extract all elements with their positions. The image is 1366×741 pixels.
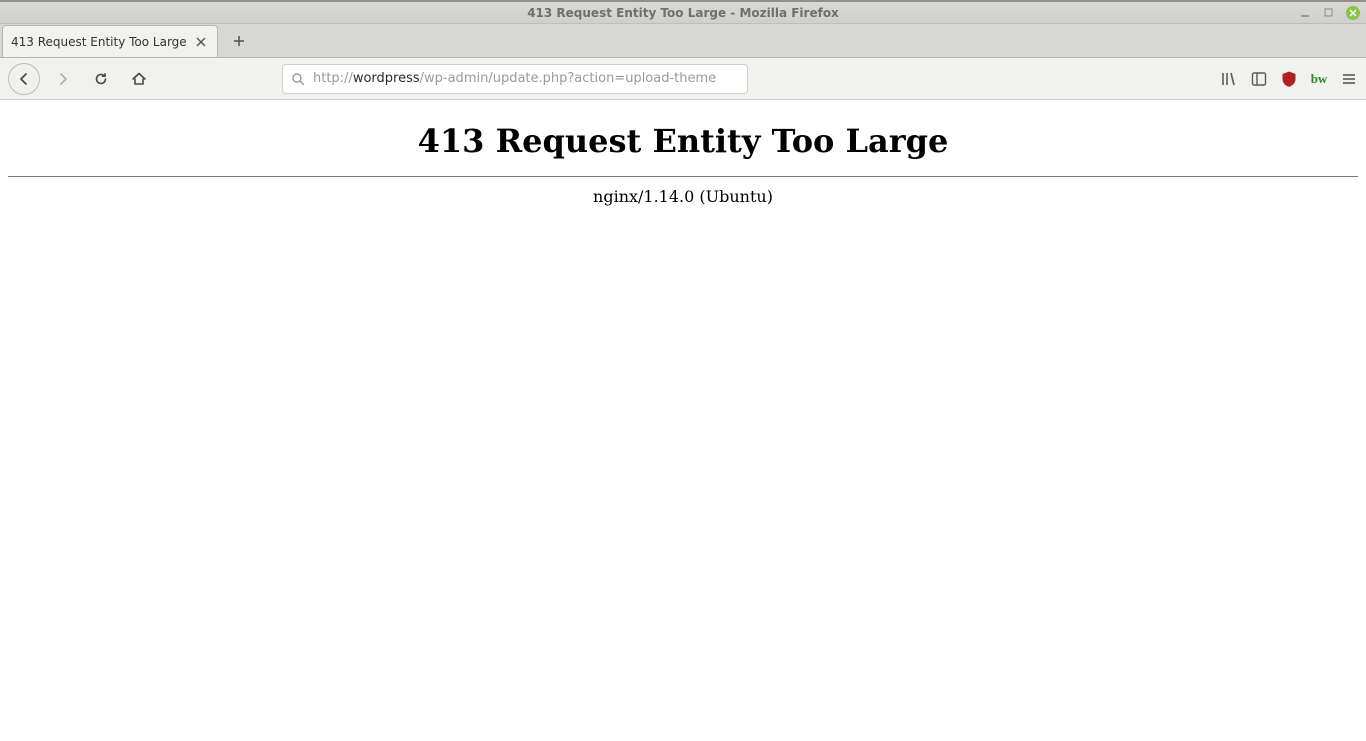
tab-title: 413 Request Entity Too Large	[11, 35, 193, 49]
window-minimize-icon[interactable]	[1298, 6, 1312, 20]
window-maximize-icon[interactable]	[1322, 6, 1336, 20]
window-title: 413 Request Entity Too Large - Mozilla F…	[527, 6, 839, 20]
sidebar-icon[interactable]	[1250, 70, 1268, 88]
home-button[interactable]	[124, 64, 154, 94]
error-heading: 413 Request Entity Too Large	[8, 122, 1358, 160]
tab-active[interactable]: 413 Request Entity Too Large	[2, 25, 218, 57]
divider	[8, 176, 1358, 177]
hamburger-menu-icon[interactable]	[1340, 70, 1358, 88]
server-signature: nginx/1.14.0 (Ubuntu)	[8, 187, 1358, 206]
toolbar-right: bw	[1220, 70, 1358, 88]
url-text: http://wordpress/wp-admin/update.php?act…	[313, 71, 739, 86]
tab-close-icon[interactable]	[193, 34, 209, 50]
url-path: /wp-admin/update.php?action=upload-theme	[420, 71, 717, 86]
bitwarden-icon[interactable]: bw	[1310, 70, 1328, 88]
url-bar[interactable]: http://wordpress/wp-admin/update.php?act…	[282, 64, 748, 94]
ublock-icon[interactable]	[1280, 70, 1298, 88]
url-protocol: http://	[313, 71, 353, 86]
new-tab-button[interactable]	[222, 25, 256, 57]
url-host: wordpress	[353, 71, 420, 86]
back-button[interactable]	[8, 63, 40, 95]
search-icon	[291, 72, 305, 86]
window-close-icon[interactable]	[1346, 6, 1360, 20]
reload-button[interactable]	[86, 64, 116, 94]
forward-button[interactable]	[48, 64, 78, 94]
page-content: 413 Request Entity Too Large nginx/1.14.…	[0, 100, 1366, 218]
tab-strip: 413 Request Entity Too Large	[0, 24, 1366, 58]
window-controls	[1298, 2, 1360, 23]
library-icon[interactable]	[1220, 70, 1238, 88]
nav-toolbar: http://wordpress/wp-admin/update.php?act…	[0, 58, 1366, 100]
window-titlebar: 413 Request Entity Too Large - Mozilla F…	[0, 0, 1366, 24]
